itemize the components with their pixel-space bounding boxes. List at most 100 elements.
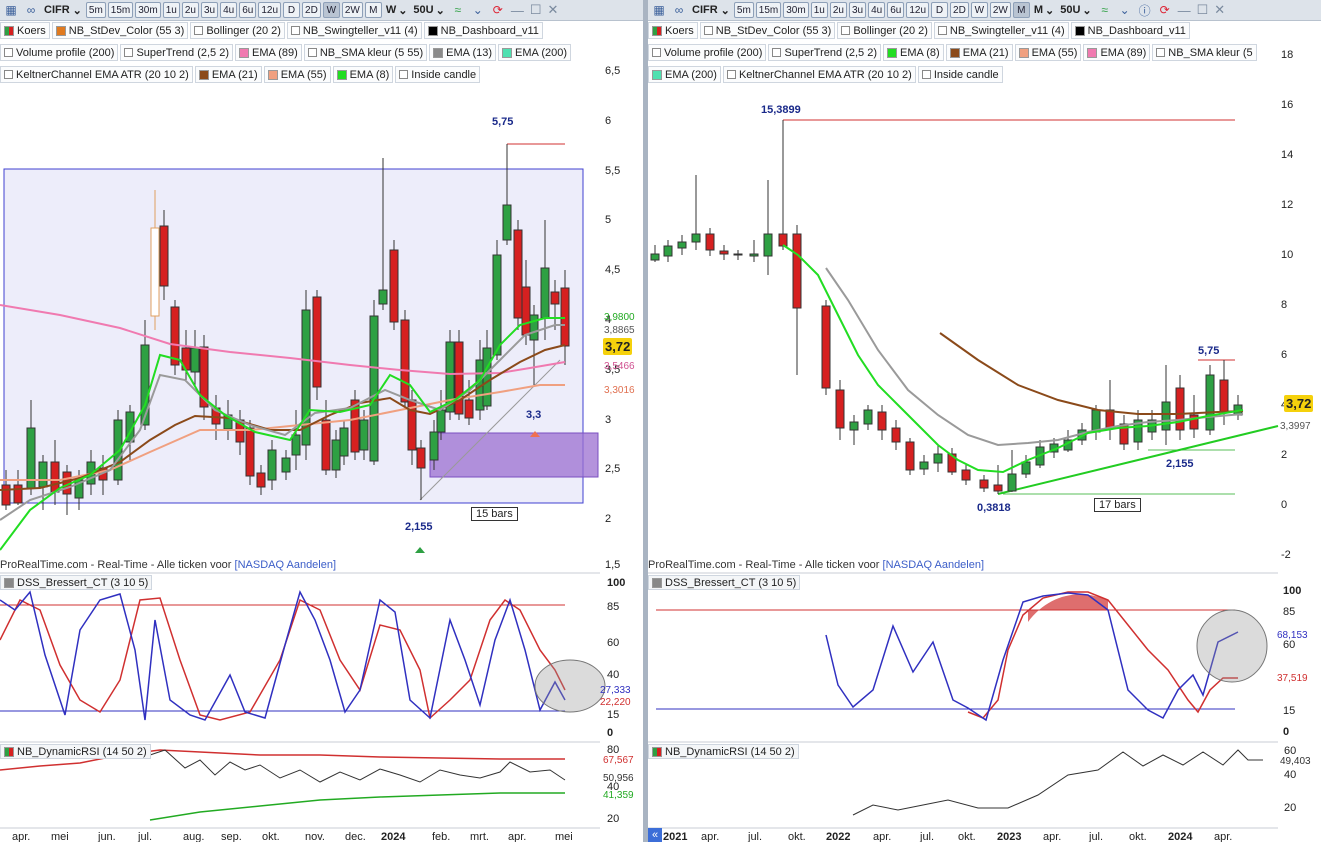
dss-axis: 100 85 60 15 0 — [1283, 585, 1301, 738]
svg-text:8: 8 — [1281, 299, 1287, 311]
rsi-label-text: NB_DynamicRSI (14 50 2) — [17, 745, 147, 758]
svg-text:2: 2 — [605, 513, 611, 525]
rsi-value: 50,956 — [603, 773, 634, 784]
svg-text:jul.: jul. — [747, 831, 762, 842]
annotation-support: 2,155 — [1166, 458, 1194, 470]
up-arrow-icon — [415, 547, 425, 558]
ema8-line — [782, 244, 1244, 474]
svg-text:feb.: feb. — [432, 831, 450, 842]
svg-text:2024: 2024 — [1168, 831, 1193, 842]
svg-text:0: 0 — [1281, 499, 1287, 511]
chart-window-monthly: ▦ ∞ CIFR ⌄ 5m 15m 30m 1u 2u 3u 4u 6u 12u … — [648, 0, 1321, 842]
rsi-line — [149, 749, 566, 783]
dss-overbought-fill — [1028, 594, 1108, 622]
svg-text:2021: 2021 — [663, 831, 687, 842]
svg-text:85: 85 — [607, 601, 619, 613]
current-price-label: 3,72 — [1284, 395, 1314, 412]
svg-text:apr.: apr. — [1043, 831, 1061, 842]
svg-text:2022: 2022 — [826, 831, 850, 842]
svg-text:40: 40 — [607, 669, 619, 681]
annotation-low: 2,155 — [405, 521, 433, 533]
indicator-swatch — [4, 577, 14, 588]
svg-text:14: 14 — [1281, 149, 1293, 161]
rsi-upper-value: 67,567 — [603, 755, 634, 766]
dss-axis: 100 85 60 40 15 0 — [607, 577, 625, 739]
ema8-value: 3,9800 — [604, 312, 635, 323]
svg-text:jul.: jul. — [137, 831, 152, 842]
ema13-value: 3,3997 — [1280, 421, 1311, 432]
dss-main-value: 27,333 — [600, 685, 631, 696]
dss-signal-value: 37,519 — [1277, 673, 1308, 684]
dss-label-text: DSS_Bressert_CT (3 10 5) — [17, 576, 149, 589]
annotation-high: 15,3899 — [761, 104, 801, 116]
price-chart-monthly[interactable]: 15,3899 5,75 0,3818 2,155 18 16 14 12 10… — [648, 0, 1321, 842]
svg-text:10: 10 — [1281, 249, 1293, 261]
svg-text:jul.: jul. — [1088, 831, 1103, 842]
svg-text:okt.: okt. — [788, 831, 806, 842]
svg-text:okt.: okt. — [262, 831, 280, 842]
scroll-left-button[interactable]: « — [648, 828, 662, 842]
svg-text:16: 16 — [1281, 99, 1293, 111]
svg-text:sep.: sep. — [221, 831, 242, 842]
dss-label-text: DSS_Bressert_CT (3 10 5) — [665, 576, 797, 589]
ema13-value: 3,8865 — [604, 325, 635, 336]
svg-text:jun.: jun. — [97, 831, 116, 842]
svg-text:2024: 2024 — [381, 831, 406, 842]
svg-text:apr.: apr. — [12, 831, 30, 842]
svg-text:apr.: apr. — [873, 831, 891, 842]
rsi-lower-line — [149, 792, 565, 821]
volume-profile-zone — [429, 432, 599, 478]
dss-signal-line — [967, 591, 1238, 719]
svg-text:dec.: dec. — [345, 831, 366, 842]
time-axis: 2021 apr. jul. okt. 2022 apr. jul. okt. … — [663, 831, 1232, 842]
chart-window-weekly: ▦ ∞ CIFR ⌄ 5m 15m 30m 1u 2u 3u 4u 6u 12u … — [0, 0, 643, 842]
svg-text:2023: 2023 — [997, 831, 1021, 842]
rsi-value: 49,403 — [1280, 756, 1311, 767]
data-source: ProRealTime.com - Real-Time - Alle ticke… — [0, 559, 336, 571]
svg-text:mei: mei — [51, 831, 69, 842]
svg-text:6: 6 — [1281, 349, 1287, 361]
ema89-value: 3,5466 — [604, 361, 635, 372]
exchange-label: [NASDAQ Aandelen] — [234, 559, 337, 571]
price-chart-weekly[interactable]: 5,75 3,3 2,155 6,5 6 5,5 5 4,5 4 3,5 3 2… — [0, 0, 643, 842]
indicator-swatch — [652, 746, 662, 757]
current-price-label: 3,72 — [603, 338, 633, 355]
svg-text:apr.: apr. — [701, 831, 719, 842]
svg-text:0: 0 — [1283, 726, 1289, 738]
highlight-circle — [1196, 609, 1268, 683]
svg-text:mrt.: mrt. — [470, 831, 489, 842]
annotation-low: 0,3818 — [977, 502, 1011, 514]
svg-text:3: 3 — [605, 414, 611, 426]
dss-indicator-label[interactable]: DSS_Bressert_CT (3 10 5) — [648, 575, 801, 590]
rsi-label-text: NB_DynamicRSI (14 50 2) — [665, 745, 795, 758]
dss-main-line — [0, 590, 566, 721]
bars-count-label: 15 bars — [471, 507, 518, 521]
annotation-recent-high: 5,75 — [1198, 345, 1219, 357]
annotation-high: 5,75 — [492, 116, 513, 128]
dss-indicator-label[interactable]: DSS_Bressert_CT (3 10 5) — [0, 575, 153, 590]
svg-text:mei: mei — [555, 831, 573, 842]
svg-text:100: 100 — [1283, 585, 1301, 597]
svg-text:15: 15 — [607, 709, 619, 721]
svg-text:okt.: okt. — [1129, 831, 1147, 842]
indicator-swatch — [652, 577, 662, 588]
svg-text:6,5: 6,5 — [605, 65, 620, 77]
svg-text:4,5: 4,5 — [605, 264, 620, 276]
annotation-mid: 3,3 — [526, 409, 541, 421]
rsi-indicator-label[interactable]: NB_DynamicRSI (14 50 2) — [0, 744, 151, 759]
rsi-lower-value: 41,359 — [603, 790, 634, 801]
exchange-label: [NASDAQ Aandelen] — [882, 559, 985, 571]
rsi-indicator-label[interactable]: NB_DynamicRSI (14 50 2) — [648, 744, 799, 759]
svg-text:6: 6 — [605, 115, 611, 127]
time-axis: apr. mei jun. jul. aug. sep. okt. nov. d… — [12, 831, 573, 842]
svg-text:nov.: nov. — [305, 831, 325, 842]
svg-text:aug.: aug. — [183, 831, 204, 842]
svg-text:okt.: okt. — [958, 831, 976, 842]
svg-text:jul.: jul. — [919, 831, 934, 842]
svg-text:2,5: 2,5 — [605, 463, 620, 475]
dss-signal-value: 22,220 — [600, 697, 631, 708]
svg-text:-2: -2 — [1281, 549, 1291, 561]
bars-count-label: 17 bars — [1094, 498, 1141, 512]
svg-text:1,5: 1,5 — [605, 559, 620, 571]
highlight-circle — [534, 659, 606, 713]
